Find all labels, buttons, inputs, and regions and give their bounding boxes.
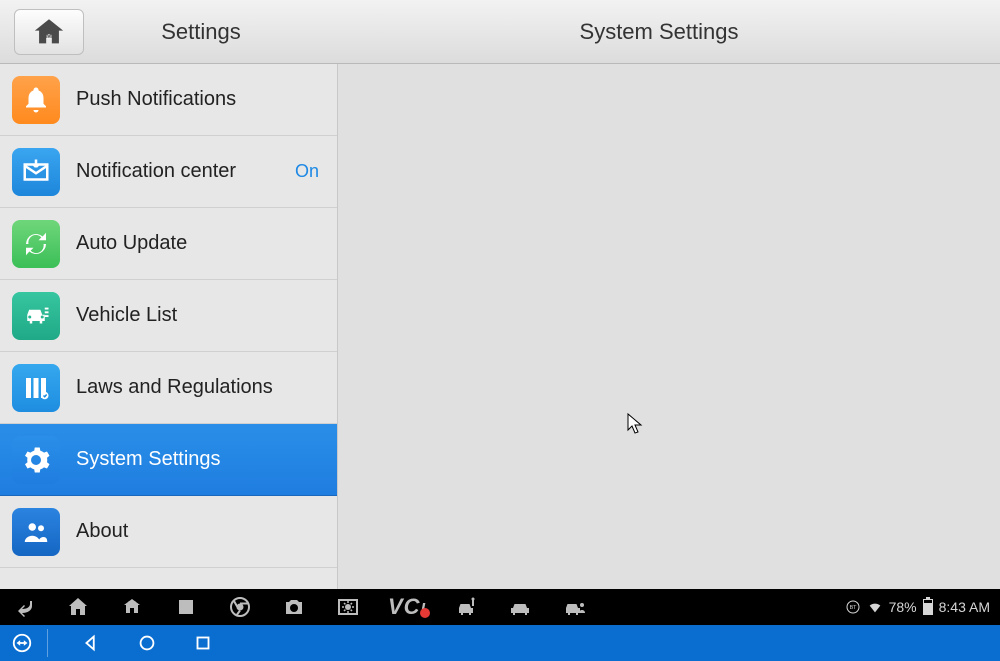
camera-icon[interactable] bbox=[280, 594, 308, 620]
sidebar-item-label: Push Notifications bbox=[76, 88, 325, 111]
home-icon[interactable] bbox=[64, 594, 92, 620]
sidebar-item-label: System Settings bbox=[76, 448, 325, 471]
sidebar-item-about[interactable]: About bbox=[0, 496, 337, 568]
header-left-title: Settings bbox=[84, 19, 318, 45]
sidebar-item-vehicle-list[interactable]: Vehicle List bbox=[0, 280, 337, 352]
sidebar-item-laws-regulations[interactable]: Laws and Regulations bbox=[0, 352, 337, 424]
clock-time: 8:43 AM bbox=[939, 599, 990, 615]
sidebar-item-status: On bbox=[295, 161, 319, 182]
cursor-icon bbox=[626, 412, 646, 441]
wifi-icon bbox=[867, 599, 883, 615]
header: M Settings System Settings bbox=[0, 0, 1000, 64]
sidebar-item-notification-center[interactable]: Notification center On bbox=[0, 136, 337, 208]
nav-home-button[interactable] bbox=[134, 630, 160, 656]
back-icon[interactable] bbox=[10, 594, 38, 620]
gear-icon bbox=[12, 436, 60, 484]
teamviewer-icon[interactable] bbox=[10, 629, 48, 657]
android-home-icon[interactable] bbox=[118, 594, 146, 620]
sidebar-item-label: About bbox=[76, 520, 325, 543]
chrome-icon[interactable] bbox=[226, 594, 254, 620]
home-button[interactable]: M bbox=[14, 9, 84, 55]
sidebar-item-label: Vehicle List bbox=[76, 304, 325, 327]
system-status-right: BT 78% 8:43 AM bbox=[845, 599, 990, 615]
envelope-download-icon bbox=[12, 148, 60, 196]
home-icon: M bbox=[32, 15, 66, 49]
nav-back-button[interactable] bbox=[78, 630, 104, 656]
books-icon bbox=[12, 364, 60, 412]
sidebar-item-label: Auto Update bbox=[76, 232, 325, 255]
brightness-icon[interactable] bbox=[334, 594, 362, 620]
system-nav-bar bbox=[0, 625, 1000, 661]
recent-apps-icon[interactable] bbox=[172, 594, 200, 620]
header-right-title: System Settings bbox=[318, 19, 1000, 45]
bt-icon: BT bbox=[845, 599, 861, 615]
content-panel bbox=[338, 64, 1000, 589]
car-icon[interactable] bbox=[506, 594, 534, 620]
car-person-icon[interactable] bbox=[560, 594, 588, 620]
battery-percent: 78% bbox=[889, 599, 917, 615]
car-list-icon bbox=[12, 292, 60, 340]
sidebar-item-label: Laws and Regulations bbox=[76, 376, 325, 399]
app-status-bar: VCI BT 78% 8:43 AM bbox=[0, 589, 1000, 625]
vci-status-icon[interactable]: VCI bbox=[388, 594, 426, 620]
sidebar-item-auto-update[interactable]: Auto Update bbox=[0, 208, 337, 280]
people-icon bbox=[12, 508, 60, 556]
refresh-icon bbox=[12, 220, 60, 268]
svg-text:M: M bbox=[46, 32, 52, 40]
car-key-icon[interactable] bbox=[452, 594, 480, 620]
sidebar-item-system-settings[interactable]: System Settings bbox=[0, 424, 337, 496]
sidebar-item-label: Notification center bbox=[76, 160, 279, 183]
svg-text:BT: BT bbox=[849, 605, 857, 611]
battery-icon bbox=[923, 599, 933, 615]
sidebar-item-push-notifications[interactable]: Push Notifications bbox=[0, 64, 337, 136]
settings-sidebar: Push Notifications Notification center O… bbox=[0, 64, 338, 589]
nav-recent-button[interactable] bbox=[190, 630, 216, 656]
bell-icon bbox=[12, 76, 60, 124]
